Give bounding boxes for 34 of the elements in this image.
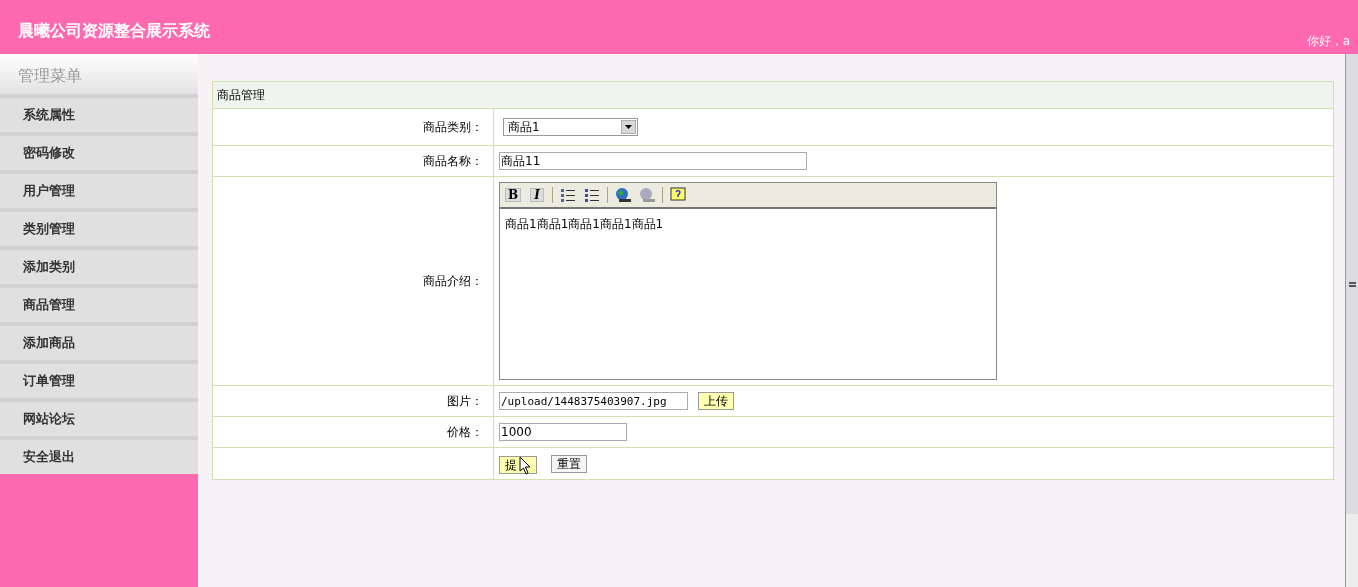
- upload-button[interactable]: 上传: [698, 392, 734, 410]
- editor-content[interactable]: 商品1商品1商品1商品1商品1: [500, 209, 996, 239]
- sidebar-item[interactable]: 系统属性: [0, 94, 198, 132]
- category-select[interactable]: 商品1: [503, 118, 638, 136]
- form-header: 商品管理: [213, 82, 1333, 109]
- field-label: 商品介绍：: [423, 273, 483, 290]
- bullet-list-icon[interactable]: [583, 186, 601, 204]
- italic-icon[interactable]: I: [528, 186, 546, 204]
- numbered-list-icon[interactable]: [559, 186, 577, 204]
- sidebar-item[interactable]: 用户管理: [0, 170, 198, 208]
- sidebar-item[interactable]: 商品管理: [0, 284, 198, 322]
- link-icon[interactable]: [614, 186, 632, 204]
- reset-button[interactable]: 重置: [551, 454, 587, 473]
- sidebar-item[interactable]: 密码修改: [0, 132, 198, 170]
- sidebar-item[interactable]: 添加商品: [0, 322, 198, 360]
- sidebar-item[interactable]: 网站论坛: [0, 398, 198, 436]
- greeting-text: 你好，a: [1306, 33, 1350, 50]
- bold-icon[interactable]: B: [504, 186, 522, 204]
- price-field[interactable]: 1000: [499, 423, 627, 441]
- sidebar-item[interactable]: 添加类别: [0, 246, 198, 284]
- menu-title: 管理菜单: [18, 66, 82, 85]
- name-field[interactable]: 商品11: [499, 152, 807, 170]
- mouse-cursor-icon: [519, 455, 532, 475]
- field-label: 商品名称：: [423, 153, 483, 170]
- sidebar-item[interactable]: 订单管理: [0, 360, 198, 398]
- image-path-field[interactable]: /upload/1448375403907.jpg: [499, 392, 688, 410]
- sidebar-item[interactable]: 类别管理: [0, 208, 198, 246]
- sidebar-item[interactable]: 安全退出: [0, 436, 198, 474]
- field-label: 图片：: [447, 393, 483, 410]
- dropdown-arrow-icon: [621, 120, 636, 134]
- field-label: 商品类别：: [423, 119, 483, 136]
- help-icon[interactable]: [669, 186, 687, 204]
- site-title: 晨曦公司资源整合展示系统: [18, 20, 210, 42]
- field-label: 价格：: [447, 424, 483, 441]
